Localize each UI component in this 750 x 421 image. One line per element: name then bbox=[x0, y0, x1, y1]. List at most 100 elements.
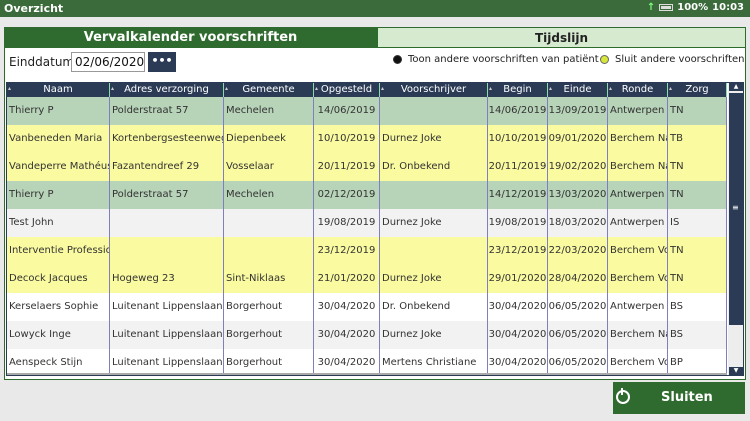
table-cell: 30/04/2020 bbox=[314, 349, 380, 375]
sort-icon: ▴ bbox=[609, 85, 613, 92]
table-cell: Berchem Voo bbox=[608, 349, 668, 375]
table-cell: Durnez Joke bbox=[380, 321, 488, 349]
table-cell: Dr. Onbekend bbox=[380, 153, 488, 181]
table-row[interactable]: Vandeperre Mathéus Fazantendreef 29 Vossel… bbox=[7, 153, 727, 181]
table-cell: BS bbox=[668, 321, 727, 349]
table-row[interactable]: Thierry P Polderstraat 57 Mechelen 14/06/20… bbox=[7, 97, 727, 125]
table-row[interactable]: Decock Jacques Hogeweg 23 Sint-Niklaas 21/0… bbox=[7, 265, 727, 293]
radio-dot-icon bbox=[393, 55, 402, 64]
table-cell: IS bbox=[668, 209, 727, 237]
column-header[interactable]: ▴ Adres verzorging bbox=[110, 83, 224, 97]
vertical-scrollbar[interactable]: ▲ ▼ bbox=[728, 83, 743, 375]
table-cell: Kerselaers Sophie bbox=[7, 293, 110, 321]
table-row[interactable]: Aenspeck StijnLuitenant Lippenslaan 58Bo… bbox=[7, 349, 727, 375]
table-cell: 19/08/2019 bbox=[314, 209, 380, 237]
table-cell bbox=[380, 97, 488, 125]
column-header-label: Adres verzorging bbox=[124, 84, 209, 95]
column-header-label: Begin bbox=[503, 84, 532, 95]
column-header[interactable]: ▴ Gemeente bbox=[224, 83, 314, 97]
table-cell: 02/12/2019 bbox=[314, 181, 380, 209]
column-header[interactable]: ▴ Begin bbox=[488, 83, 548, 97]
scroll-down-icon[interactable]: ▼ bbox=[729, 367, 743, 375]
table-cell: 14/06/2019 bbox=[488, 97, 548, 125]
table-cell: Thierry P bbox=[7, 97, 110, 125]
table-header: ▴ Naam ▴ Adres verzorging ▴ Gemeente ▴ Opgestel… bbox=[7, 83, 727, 97]
battery-level: 100% bbox=[677, 2, 709, 13]
radio-close-other-prescriptions[interactable]: Sluit andere voorschriften bbox=[600, 54, 745, 65]
sync-arrow-icon: ↑ bbox=[646, 2, 656, 13]
tab-vervalkalender[interactable]: Vervalkalender voorschriften bbox=[4, 27, 377, 48]
table-cell: 23/12/2019 bbox=[488, 237, 548, 265]
table-cell: 21/01/2020 bbox=[314, 265, 380, 293]
table-cell: 14/06/2019 bbox=[314, 97, 380, 125]
column-header[interactable]: ▴ Zorg bbox=[668, 83, 727, 97]
radio-label: Toon andere voorschriften van patiënt bbox=[408, 54, 599, 65]
table-cell: Vosselaar bbox=[224, 153, 314, 181]
table-cell: Aenspeck Stijn bbox=[7, 349, 110, 375]
scroll-thumb[interactable] bbox=[729, 93, 743, 325]
sort-icon: ▴ bbox=[381, 85, 385, 92]
table-cell: TN bbox=[668, 265, 727, 293]
table-cell: TB bbox=[668, 125, 727, 153]
table-cell bbox=[110, 237, 224, 265]
table-cell: 30/04/2020 bbox=[488, 293, 548, 321]
column-header[interactable]: ▴ Opgesteld bbox=[314, 83, 380, 97]
table-cell bbox=[224, 209, 314, 237]
table-cell: Borgerhout bbox=[224, 293, 314, 321]
power-icon bbox=[616, 388, 630, 404]
table-cell: BS bbox=[668, 293, 727, 321]
column-header[interactable]: ▴ Ronde bbox=[608, 83, 668, 97]
table-cell: 06/05/2020 bbox=[548, 321, 608, 349]
sort-icon: ▴ bbox=[489, 85, 493, 92]
radio-show-other-prescriptions[interactable]: Toon andere voorschriften van patiënt bbox=[393, 54, 599, 65]
table-cell: Lowyck Inge bbox=[7, 321, 110, 349]
table-cell: 29/01/2020 bbox=[488, 265, 548, 293]
table-cell: Decock Jacques bbox=[7, 265, 110, 293]
table-cell: TN bbox=[668, 181, 727, 209]
table-cell: 10/10/2019 bbox=[314, 125, 380, 153]
column-header[interactable]: ▴ Voorschrijver bbox=[380, 83, 488, 97]
tab-tijdslijn[interactable]: Tijdslijn bbox=[377, 27, 746, 48]
table-row[interactable]: Vanbeneden MariaKortenbergsesteenweg 9Di… bbox=[7, 125, 727, 153]
horizontal-scrollbar[interactable] bbox=[7, 373, 727, 375]
column-header[interactable]: ▴ Naam bbox=[7, 83, 110, 97]
column-header-label: Naam bbox=[43, 84, 73, 95]
table-cell bbox=[380, 237, 488, 265]
table-cell: 30/04/2020 bbox=[488, 349, 548, 375]
table-row[interactable]: Thierry P Polderstraat 57 Mechelen 02/12/20… bbox=[7, 181, 727, 209]
table-cell: Fazantendreef 29 bbox=[110, 153, 224, 181]
table-row[interactable]: Kerselaers SophieLuitenant Lippenslaan 5… bbox=[7, 293, 727, 321]
close-button[interactable]: Sluiten bbox=[613, 382, 745, 414]
column-header[interactable]: ▴ Einde bbox=[548, 83, 608, 97]
table-cell bbox=[224, 237, 314, 265]
table-cell: Test John bbox=[7, 209, 110, 237]
einddatum-field[interactable]: 02/06/2020 bbox=[71, 52, 145, 72]
scroll-up-icon[interactable]: ▲ bbox=[729, 83, 743, 91]
sort-icon: ▴ bbox=[111, 85, 115, 92]
table-cell: Berchem Nan bbox=[608, 125, 668, 153]
column-header-label: Einde bbox=[563, 84, 592, 95]
table-cell: Diepenbeek bbox=[224, 125, 314, 153]
table-row[interactable]: Interventie Profession 23/12/2019 23/12/20… bbox=[7, 237, 727, 265]
table-cell: Berchem Voo bbox=[608, 265, 668, 293]
table-cell: BP bbox=[668, 349, 727, 375]
table-cell: 09/01/2020 bbox=[548, 125, 608, 153]
table-cell: 22/03/2020 bbox=[548, 237, 608, 265]
table-cell: 20/11/2019 bbox=[314, 153, 380, 181]
table-cell: Hogeweg 23 bbox=[110, 265, 224, 293]
table-cell: Polderstraat 57 bbox=[110, 181, 224, 209]
table-row[interactable]: Test John 19/08/2019 Durnez Joke 19/08/2019… bbox=[7, 209, 727, 237]
table-cell: Durnez Joke bbox=[380, 125, 488, 153]
clock: 10:03 bbox=[712, 2, 744, 13]
battery-icon bbox=[659, 4, 674, 11]
table-cell: 14/12/2019 bbox=[488, 181, 548, 209]
table-cell: 06/05/2020 bbox=[548, 293, 608, 321]
date-picker-button[interactable]: ••• bbox=[148, 52, 176, 72]
table-cell: Durnez Joke bbox=[380, 265, 488, 293]
table-cell: Sint-Niklaas bbox=[224, 265, 314, 293]
status-indicators: ↑ 100% 10:03 bbox=[647, 2, 744, 13]
column-header-label: Ronde bbox=[621, 84, 654, 95]
table-cell: Mechelen bbox=[224, 181, 314, 209]
table-cell: Antwerpen C bbox=[608, 181, 668, 209]
table-row[interactable]: Lowyck IngeLuitenant Lippenslaan 58Borge… bbox=[7, 321, 727, 349]
